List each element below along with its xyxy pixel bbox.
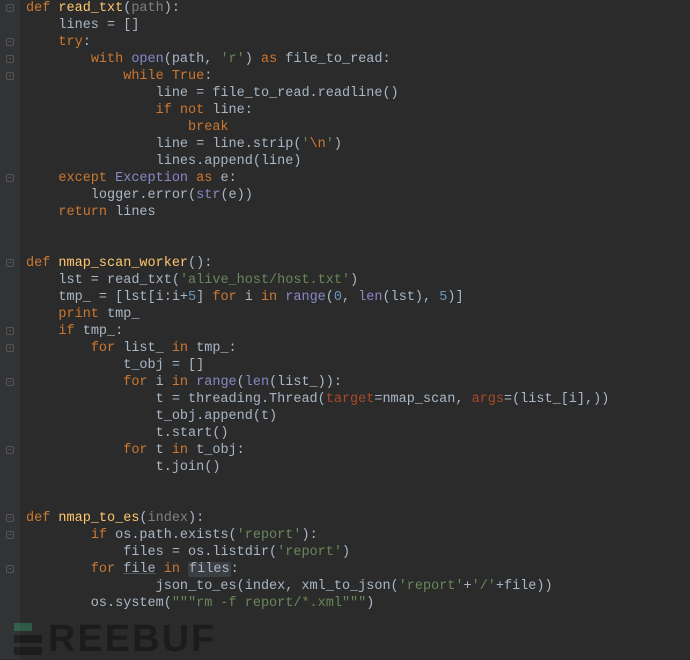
code-line[interactable]: lst = read_txt('alive_host/host.txt') xyxy=(26,272,609,289)
code-line[interactable] xyxy=(26,238,609,255)
code-line[interactable]: t = threading.Thread(target=nmap_scan, a… xyxy=(26,391,609,408)
code-line[interactable] xyxy=(26,493,609,510)
code-line[interactable]: json_to_es(index, xml_to_json('report'+'… xyxy=(26,578,609,595)
code-line[interactable]: for t in t_obj: xyxy=(26,442,609,459)
code-line[interactable]: def nmap_to_es(index): xyxy=(26,510,609,527)
code-line[interactable]: tmp_ = [lst[i:i+5] for i in range(0, len… xyxy=(26,289,609,306)
code-line[interactable]: for file in files: xyxy=(26,561,609,578)
code-line[interactable]: if os.path.exists('report'): xyxy=(26,527,609,544)
code-line[interactable]: break xyxy=(26,119,609,136)
code-line[interactable] xyxy=(26,612,609,629)
code-line[interactable]: if tmp_: xyxy=(26,323,609,340)
code-line[interactable]: t_obj = [] xyxy=(26,357,609,374)
code-line[interactable] xyxy=(26,476,609,493)
code-line[interactable]: with open(path, 'r') as file_to_read: xyxy=(26,51,609,68)
code-line[interactable]: line = file_to_read.readline() xyxy=(26,85,609,102)
fold-marker-icon[interactable]: - xyxy=(6,72,14,80)
code-line[interactable]: logger.error(str(e)) xyxy=(26,187,609,204)
code-line[interactable]: if not line: xyxy=(26,102,609,119)
code-line[interactable]: lines = [] xyxy=(26,17,609,34)
code-line[interactable]: t.start() xyxy=(26,425,609,442)
fold-marker-icon[interactable]: - xyxy=(6,531,14,539)
code-line[interactable]: for list_ in tmp_: xyxy=(26,340,609,357)
code-line[interactable]: for i in range(len(list_)): xyxy=(26,374,609,391)
code-line[interactable]: line = line.strip('\n') xyxy=(26,136,609,153)
code-line[interactable]: try: xyxy=(26,34,609,51)
fold-marker-icon[interactable]: - xyxy=(6,565,14,573)
code-line[interactable]: lines.append(line) xyxy=(26,153,609,170)
code-editor-content[interactable]: def read_txt(path): lines = [] try: with… xyxy=(26,0,609,629)
code-line[interactable]: os.system("""rm -f report/*.xml""") xyxy=(26,595,609,612)
fold-marker-icon[interactable]: - xyxy=(6,378,14,386)
fold-marker-icon[interactable]: - xyxy=(6,259,14,267)
fold-marker-icon[interactable]: - xyxy=(6,4,14,12)
code-line[interactable] xyxy=(26,221,609,238)
code-line[interactable]: except Exception as e: xyxy=(26,170,609,187)
code-line[interactable]: t.join() xyxy=(26,459,609,476)
watermark-text: REEBUF xyxy=(48,631,216,648)
code-line[interactable]: return lines xyxy=(26,204,609,221)
code-line[interactable]: files = os.listdir('report') xyxy=(26,544,609,561)
code-line[interactable]: print tmp_ xyxy=(26,306,609,323)
fold-marker-icon[interactable]: - xyxy=(6,38,14,46)
code-line[interactable]: def read_txt(path): xyxy=(26,0,609,17)
fold-marker-icon[interactable]: - xyxy=(6,344,14,352)
fold-marker-icon[interactable]: - xyxy=(6,174,14,182)
fold-marker-icon[interactable]: - xyxy=(6,514,14,522)
editor-gutter: - - - - - - - - - - - - - xyxy=(0,0,20,659)
fold-marker-icon[interactable]: - xyxy=(6,446,14,454)
code-line[interactable]: def nmap_scan_worker(): xyxy=(26,255,609,272)
code-line[interactable]: t_obj.append(t) xyxy=(26,408,609,425)
code-line[interactable]: while True: xyxy=(26,68,609,85)
fold-marker-icon[interactable]: - xyxy=(6,55,14,63)
fold-marker-icon[interactable]: - xyxy=(6,327,14,335)
